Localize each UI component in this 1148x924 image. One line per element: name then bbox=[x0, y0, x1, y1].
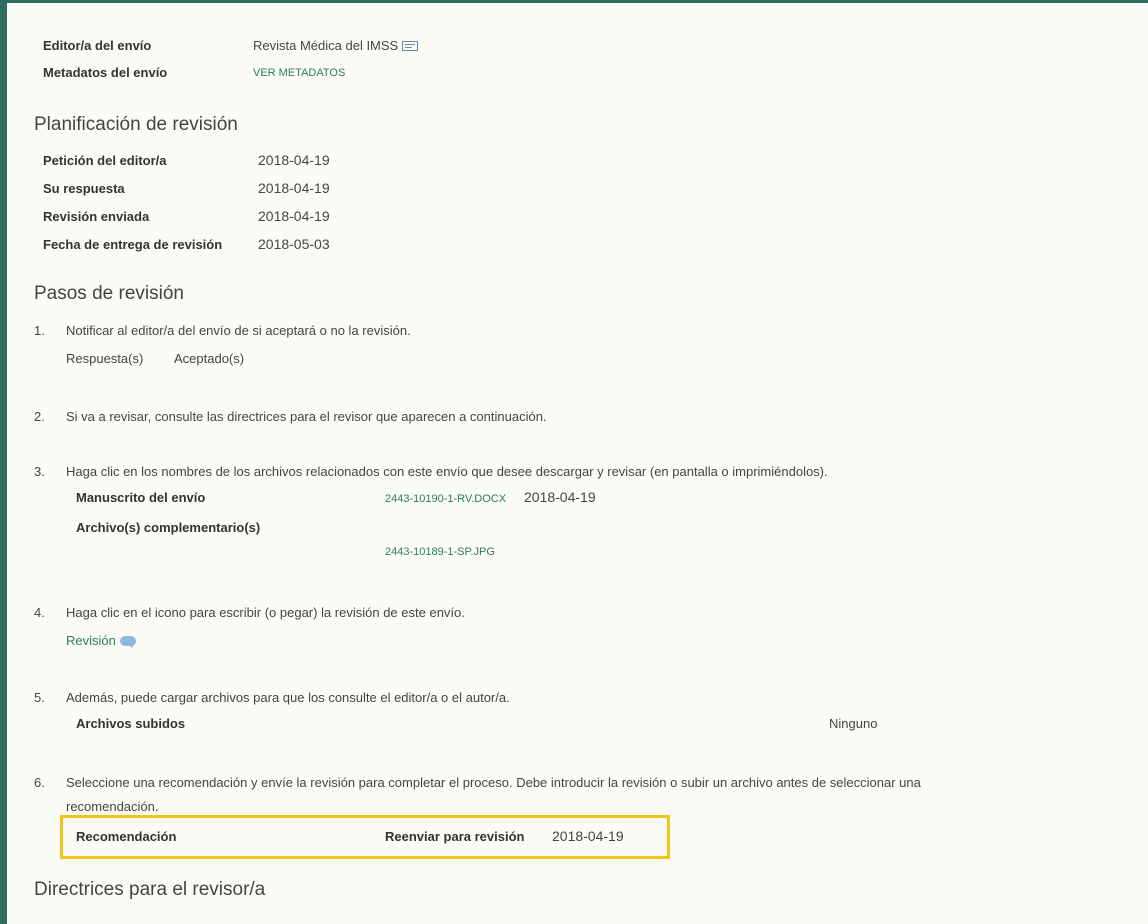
directrices-title: Directrices para el revisor/a bbox=[34, 879, 266, 900]
step4-number: 4. bbox=[34, 605, 45, 620]
complementario-file-link[interactable]: 2443-10189-1-SP.JPG bbox=[385, 546, 495, 558]
step2-text: Si va a revisar, consulte las directrice… bbox=[66, 409, 547, 424]
editor-label: Editor/a del envío bbox=[43, 38, 152, 53]
editor-name: Revista Médica del IMSS bbox=[253, 38, 399, 53]
respuesta-value: 2018-04-19 bbox=[258, 180, 330, 196]
ver-metadatos-link[interactable]: VER METADATOS bbox=[253, 67, 345, 79]
step4-text: Haga clic en el icono para escribir (o p… bbox=[66, 605, 465, 620]
revision-link[interactable]: Revisión bbox=[66, 633, 116, 648]
recomendacion-value: Reenviar para revisión bbox=[385, 829, 525, 844]
manuscrito-date: 2018-04-19 bbox=[524, 489, 596, 505]
planificacion-title: Planificación de revisión bbox=[34, 114, 238, 135]
respuesta-label: Su respuesta bbox=[43, 181, 125, 196]
recomendacion-label: Recomendación bbox=[76, 829, 177, 844]
step1-number: 1. bbox=[34, 323, 45, 338]
manuscrito-file-link[interactable]: 2443-10190-1-RV.DOCX bbox=[385, 493, 506, 505]
complementario-label: Archivo(s) complementario(s) bbox=[76, 520, 261, 535]
revision-link-wrap[interactable]: Revisión bbox=[66, 632, 136, 650]
step3-text: Haga clic en los nombres de los archivos… bbox=[66, 464, 828, 479]
manuscrito-label: Manuscrito del envío bbox=[76, 490, 206, 505]
comment-icon[interactable] bbox=[119, 636, 136, 648]
metadatos-label: Metadatos del envío bbox=[43, 65, 168, 80]
step1-text: Notificar al editor/a del envío de si ac… bbox=[66, 323, 411, 338]
step3-number: 3. bbox=[34, 464, 45, 479]
archivos-subidos-value: Ninguno bbox=[829, 716, 878, 731]
peticion-value: 2018-04-19 bbox=[258, 152, 330, 168]
archivos-subidos-label: Archivos subidos bbox=[76, 716, 186, 731]
step2-number: 2. bbox=[34, 409, 45, 424]
step6-text-line1: Seleccione una recomendación y envíe la … bbox=[66, 775, 921, 790]
step5-text: Además, puede cargar archivos para que l… bbox=[66, 690, 510, 705]
step1-response-label: Respuesta(s) bbox=[66, 351, 144, 366]
step6-number: 6. bbox=[34, 775, 45, 790]
peticion-label: Petición del editor/a bbox=[43, 153, 167, 168]
editor-value: Revista Médica del IMSS bbox=[253, 38, 419, 53]
step1-response-value: Aceptado(s) bbox=[174, 351, 245, 366]
fecha-entrega-label: Fecha de entrega de revisión bbox=[43, 237, 223, 252]
pasos-title: Pasos de revisión bbox=[34, 283, 184, 304]
page-frame: Editor/a del envío Revista Médica del IM… bbox=[0, 0, 1148, 924]
email-icon[interactable] bbox=[402, 41, 419, 51]
step6-text-line2: recomendación. bbox=[66, 799, 159, 814]
revision-enviada-value: 2018-04-19 bbox=[258, 208, 330, 224]
fecha-entrega-value: 2018-05-03 bbox=[258, 236, 330, 252]
recomendacion-date: 2018-04-19 bbox=[552, 828, 624, 844]
revision-enviada-label: Revisión enviada bbox=[43, 209, 150, 224]
step5-number: 5. bbox=[34, 690, 45, 705]
